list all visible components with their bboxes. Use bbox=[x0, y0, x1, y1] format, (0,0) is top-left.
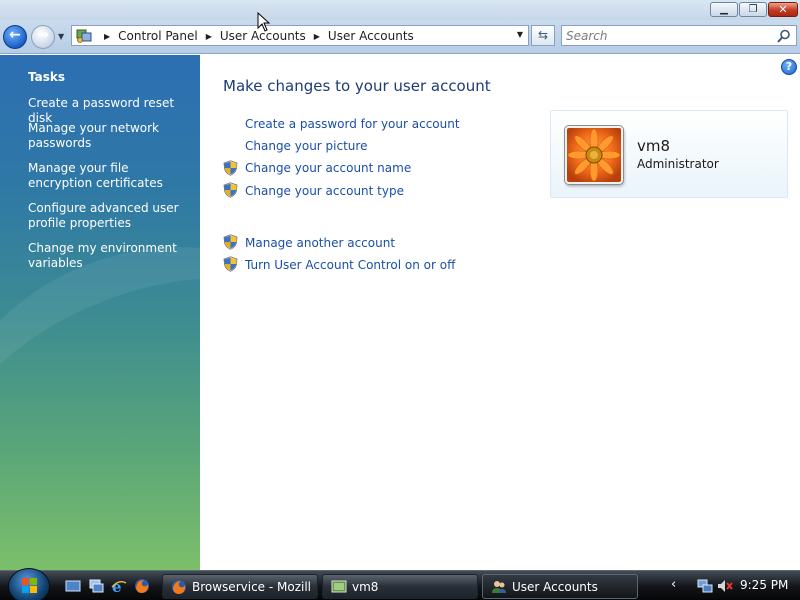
maximize-icon: ❐ bbox=[748, 4, 758, 15]
manage-another-account-link[interactable]: Manage another account bbox=[245, 236, 395, 250]
recent-pages-dropdown[interactable]: ▼ bbox=[58, 32, 64, 41]
uac-shield-icon bbox=[223, 160, 238, 176]
uac-shield-icon bbox=[223, 256, 238, 272]
show-desktop-icon[interactable] bbox=[65, 578, 81, 594]
turn-uac-on-off-link[interactable]: Turn User Account Control on or off bbox=[245, 258, 455, 272]
search-box[interactable] bbox=[561, 25, 797, 46]
forward-arrow-icon: → bbox=[37, 27, 49, 43]
refresh-button[interactable]: ⇆ bbox=[531, 25, 555, 46]
network-icon[interactable] bbox=[697, 578, 713, 594]
address-bar[interactable]: ▶ Control Panel ▶ User Accounts ▶ User A… bbox=[71, 25, 529, 46]
main-content: ? Make changes to your user account Crea… bbox=[200, 55, 800, 570]
chevron-right-icon[interactable]: ▶ bbox=[206, 32, 212, 41]
taskbar-button-user-accounts[interactable]: User Accounts bbox=[482, 574, 638, 599]
start-button[interactable] bbox=[8, 568, 50, 600]
breadcrumb-control-panel[interactable]: Control Panel bbox=[118, 29, 198, 43]
control-panel-icon bbox=[76, 29, 92, 43]
taskbar-button-vm8[interactable]: vm8 bbox=[322, 574, 478, 599]
show-hidden-icons-chevron-icon[interactable]: ‹ bbox=[671, 577, 676, 592]
change-account-name-link[interactable]: Change your account name bbox=[245, 161, 411, 175]
chevron-right-icon[interactable]: ▶ bbox=[104, 32, 110, 41]
switch-windows-icon[interactable] bbox=[88, 578, 104, 594]
maximize-button[interactable]: ❐ bbox=[739, 2, 767, 17]
close-button[interactable]: ✕ bbox=[768, 2, 798, 17]
flower-picture-icon bbox=[567, 128, 621, 182]
account-name: vm8 bbox=[637, 137, 671, 155]
change-account-type-link[interactable]: Change your account type bbox=[245, 184, 404, 198]
taskbar: e Browservice - Mozill... vm8 User Accou… bbox=[0, 568, 800, 600]
task-manage-file-encryption-certificates[interactable]: Manage your file encryption certificates bbox=[28, 161, 193, 191]
uac-shield-icon bbox=[223, 234, 238, 250]
vm-icon bbox=[331, 580, 347, 593]
back-button[interactable]: ← bbox=[3, 25, 27, 49]
system-clock[interactable]: 9:25 PM bbox=[740, 578, 788, 592]
account-role: Administrator bbox=[637, 157, 719, 171]
mouse-cursor-icon bbox=[257, 12, 271, 32]
taskbar-button-label: Browservice - Mozill... bbox=[192, 580, 311, 594]
user-accounts-icon bbox=[492, 581, 506, 593]
taskbar-button-browservice[interactable]: Browservice - Mozill... bbox=[162, 574, 318, 599]
change-picture-link[interactable]: Change your picture bbox=[245, 139, 367, 153]
page-title: Make changes to your user account bbox=[223, 77, 491, 95]
minimize-button[interactable]: ▁ bbox=[710, 2, 738, 17]
windows-logo-icon bbox=[22, 578, 37, 593]
uac-shield-icon bbox=[223, 182, 238, 198]
avatar bbox=[565, 126, 623, 184]
title-bar: ▁ ❐ ✕ bbox=[0, 0, 800, 20]
task-change-environment-variables[interactable]: Change my environment variables bbox=[28, 241, 193, 271]
create-password-link[interactable]: Create a password for your account bbox=[245, 117, 460, 131]
task-manage-network-passwords[interactable]: Manage your network passwords bbox=[28, 121, 193, 151]
taskbar-button-label: vm8 bbox=[352, 580, 379, 594]
search-input[interactable] bbox=[566, 28, 766, 44]
back-arrow-icon: ← bbox=[9, 27, 21, 43]
firefox-icon bbox=[172, 580, 186, 594]
task-configure-advanced-profile-properties[interactable]: Configure advanced user profile properti… bbox=[28, 201, 193, 231]
breadcrumb-user-accounts-current[interactable]: User Accounts bbox=[328, 29, 414, 43]
close-icon: ✕ bbox=[778, 3, 788, 16]
forward-button[interactable]: → bbox=[31, 25, 55, 49]
minimize-icon: ▁ bbox=[720, 4, 728, 15]
firefox-icon[interactable] bbox=[134, 578, 150, 594]
chevron-right-icon[interactable]: ▶ bbox=[314, 32, 320, 41]
refresh-icon: ⇆ bbox=[537, 28, 549, 42]
tasks-heading: Tasks bbox=[28, 70, 66, 84]
task-pane: Tasks Create a password reset disk Manag… bbox=[0, 55, 200, 570]
account-card: vm8 Administrator bbox=[550, 110, 788, 198]
address-dropdown-icon[interactable]: ▼ bbox=[517, 30, 523, 39]
volume-muted-icon[interactable] bbox=[717, 578, 733, 594]
breadcrumb: ▶ Control Panel ▶ User Accounts ▶ User A… bbox=[96, 28, 414, 44]
internet-explorer-icon[interactable]: e bbox=[111, 578, 127, 594]
taskbar-button-label: User Accounts bbox=[512, 580, 598, 594]
help-icon[interactable]: ? bbox=[781, 59, 797, 75]
search-icon[interactable] bbox=[776, 28, 792, 44]
